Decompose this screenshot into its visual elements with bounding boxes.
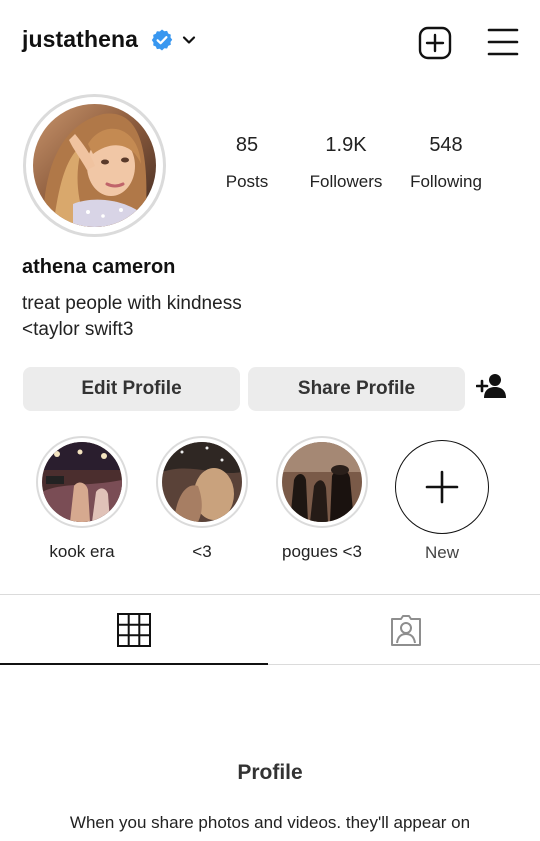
story-highlight[interactable]: <3 [154,436,250,562]
highlight-label: New [424,543,459,562]
chevron-down-icon[interactable] [180,31,198,49]
story-highlight[interactable]: pogues <3 [274,436,370,562]
stat-followers[interactable]: 1.9K Followers [300,134,392,192]
plus-square-icon[interactable] [417,25,453,61]
empty-state-title: Profile [237,761,303,784]
followers-label: Followers [309,172,383,191]
highlight-cover [162,442,242,522]
empty-state-text: When you share photos and videos. they'l… [69,813,471,832]
highlight-ring [36,436,128,528]
bio-line: treat people with kindness [22,293,242,314]
avatar[interactable] [23,94,166,237]
top-bar: justathena [0,0,540,82]
tab-tagged[interactable] [270,595,540,665]
highlight-cover [282,442,362,522]
profile-photo [33,104,156,227]
username[interactable]: justathena [22,26,138,53]
divider [268,664,540,665]
followers-count: 1.9K [325,134,367,156]
display-name: athena cameron [22,256,176,278]
share-profile-button[interactable]: Share Profile [248,367,465,411]
story-highlight[interactable]: kook era [34,436,130,562]
posts-label: Posts [225,172,269,191]
new-highlight-ring [395,440,489,534]
highlight-label: pogues <3 [282,542,362,561]
highlight-ring [156,436,248,528]
highlight-label: kook era [49,542,115,561]
stat-posts[interactable]: 85 Posts [207,134,287,192]
tab-posts-grid[interactable] [0,595,268,665]
edit-profile-button[interactable]: Edit Profile [23,367,240,411]
highlight-label: <3 [192,542,212,561]
following-count: 548 [429,134,463,156]
tagged-person-icon [391,615,421,646]
new-highlight-button[interactable]: New [394,440,490,563]
grid-icon [117,613,151,647]
posts-count: 85 [235,134,259,156]
add-person-icon[interactable] [476,373,508,399]
hamburger-menu-icon[interactable] [485,26,521,58]
following-label: Following [410,172,482,191]
verified-badge-icon [151,29,173,51]
active-tab-indicator [0,663,268,665]
plus-icon [425,470,459,504]
bio-line: <taylor swift3 [22,319,134,340]
highlight-cover [42,442,122,522]
highlight-ring [276,436,368,528]
stat-following[interactable]: 548 Following [402,134,490,192]
